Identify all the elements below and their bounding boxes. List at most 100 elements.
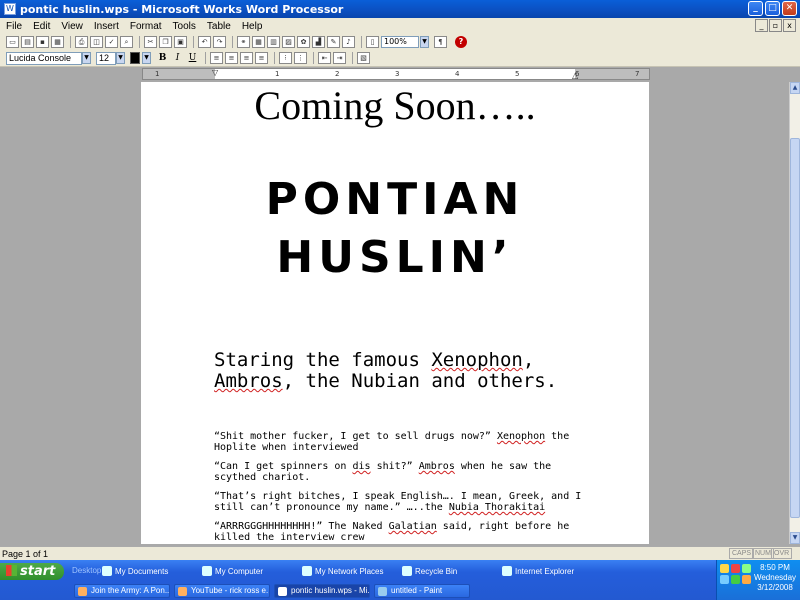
windows-logo-icon [6, 565, 17, 576]
new-icon[interactable]: ▭ [6, 36, 19, 48]
insert-sound-icon[interactable]: ♪ [342, 36, 355, 48]
quicklaunch-my-documents[interactable]: My Documents [102, 566, 168, 576]
menu-view[interactable]: View [61, 21, 83, 32]
open-icon[interactable]: ▤ [21, 36, 34, 48]
align-right-icon[interactable]: ≡ [240, 52, 253, 64]
justify-icon[interactable]: ≡ [255, 52, 268, 64]
close-button[interactable]: ✕ [782, 1, 797, 16]
doc-minimize-button[interactable]: _ [755, 19, 768, 32]
quicklaunch-my-computer[interactable]: My Computer [202, 566, 263, 576]
font-color-icon[interactable] [130, 52, 140, 64]
quicklaunch-my-network-places[interactable]: My Network Places [302, 566, 383, 576]
ruler-number: 7 [635, 70, 640, 78]
menu-bar: File Edit View Insert Format Tools Table… [0, 18, 800, 34]
font-name-select[interactable]: Lucida Console [6, 51, 82, 65]
insert-table-icon[interactable]: ▦ [252, 36, 265, 48]
security-icon[interactable] [731, 564, 740, 573]
decrease-indent-icon[interactable]: ⇤ [318, 52, 331, 64]
save-icon[interactable]: ▪ [36, 36, 49, 48]
align-center-icon[interactable]: ≡ [225, 52, 238, 64]
paste-icon[interactable]: ▣ [174, 36, 187, 48]
doc-restore-button[interactable]: ▫ [769, 19, 782, 32]
menu-help[interactable]: Help [242, 21, 263, 32]
misspelled-word: Ambros [214, 370, 283, 392]
quicklaunch-desktop[interactable]: Desktop [72, 566, 101, 575]
show-formatting-icon[interactable]: ¶ [434, 36, 447, 48]
internet-explorer-icon [502, 566, 512, 576]
bullets-icon[interactable]: ⁝ [279, 52, 292, 64]
italic-button[interactable]: I [171, 52, 184, 64]
taskbar: start Desktop My Documents My Computer M… [0, 560, 800, 600]
tray-icon[interactable] [742, 575, 751, 584]
align-left-icon[interactable]: ≡ [210, 52, 223, 64]
font-size-select[interactable]: 12 [96, 51, 116, 65]
tray-icon[interactable] [731, 575, 740, 584]
start-button[interactable]: start [0, 563, 64, 580]
insert-picture-icon[interactable]: ▨ [282, 36, 295, 48]
cut-icon[interactable]: ✂ [144, 36, 157, 48]
copy-icon[interactable]: ❐ [159, 36, 172, 48]
quicklaunch-internet-explorer[interactable]: Internet Explorer [502, 566, 574, 576]
scroll-down-icon[interactable]: ▼ [790, 532, 800, 544]
indent-marker-icon[interactable]: ▽ [212, 68, 218, 77]
title-bar: W pontic huslin.wps - Microsoft Works Wo… [0, 0, 800, 18]
maximize-button[interactable]: □ [765, 1, 780, 16]
taskbar-button-paint[interactable]: untitled - Paint [374, 584, 470, 598]
underline-button[interactable]: U [186, 52, 199, 64]
address-book-icon[interactable]: ▦ [51, 36, 64, 48]
menu-format[interactable]: Format [130, 21, 162, 32]
print-preview-icon[interactable]: ◫ [90, 36, 103, 48]
volume-icon[interactable] [742, 564, 751, 573]
ruler-number: 1 [155, 70, 160, 78]
undo-icon[interactable]: ↶ [198, 36, 211, 48]
chevron-down-icon[interactable]: ▼ [116, 52, 125, 64]
network-icon[interactable] [720, 575, 729, 584]
scroll-thumb[interactable] [790, 138, 800, 518]
numbering-icon[interactable]: ⋮ [294, 52, 307, 64]
minimize-button[interactable]: _ [748, 1, 763, 16]
separator [352, 52, 353, 64]
scroll-up-icon[interactable]: ▲ [790, 82, 800, 94]
chevron-down-icon[interactable]: ▼ [142, 52, 151, 64]
chevron-down-icon[interactable]: ▼ [82, 52, 91, 64]
logo-title-line2: HUSLIN’ [276, 232, 514, 283]
bold-button[interactable]: B [156, 52, 169, 64]
taskbar-button-join-army[interactable]: Join the Army: A Pon... [74, 584, 170, 598]
clock[interactable]: 8:50 PM Wednesday 3/12/2008 [753, 563, 797, 593]
tray-icon[interactable] [720, 564, 729, 573]
redo-icon[interactable]: ↷ [213, 36, 226, 48]
find-icon[interactable]: ⌕ [120, 36, 133, 48]
doc-close-button[interactable]: x [783, 19, 796, 32]
right-indent-marker-icon[interactable]: △ [572, 71, 578, 80]
insert-chart-icon[interactable]: ▟ [312, 36, 325, 48]
separator [274, 52, 275, 64]
document-page[interactable]: Coming Soon….. PONTIAN HUSLIN’ Staring t… [141, 82, 649, 544]
columns-icon[interactable]: ▯ [366, 36, 379, 48]
print-icon[interactable]: ⎙ [75, 36, 88, 48]
misspelled-word: Ambros [418, 461, 455, 472]
app-icon[interactable]: W [4, 3, 16, 15]
spelling-icon[interactable]: ✓ [105, 36, 118, 48]
menu-insert[interactable]: Insert [94, 21, 119, 32]
separator [139, 36, 140, 48]
menu-tools[interactable]: Tools [173, 21, 196, 32]
format-painter-icon[interactable]: ▧ [357, 52, 370, 64]
menu-table[interactable]: Table [207, 21, 231, 32]
menu-file[interactable]: File [6, 21, 22, 32]
page-count: Page 1 of 1 [2, 548, 49, 559]
zoom-select[interactable]: 100% [381, 36, 419, 48]
hyperlink-icon[interactable]: ⚭ [237, 36, 250, 48]
insert-drawing-icon[interactable]: ✎ [327, 36, 340, 48]
vertical-scrollbar[interactable]: ▲ ▼ [789, 82, 800, 544]
help-icon[interactable]: ? [455, 36, 467, 48]
ruler[interactable]: 1 1 2 3 4 5 6 7 ▽ △ [142, 68, 650, 80]
ruler-number: 5 [515, 70, 520, 78]
quicklaunch-recycle-bin[interactable]: Recycle Bin [402, 566, 457, 576]
menu-edit[interactable]: Edit [33, 21, 50, 32]
insert-spreadsheet-icon[interactable]: ▥ [267, 36, 280, 48]
chevron-down-icon[interactable]: ▼ [420, 36, 429, 48]
increase-indent-icon[interactable]: ⇥ [333, 52, 346, 64]
insert-clipart-icon[interactable]: ✿ [297, 36, 310, 48]
taskbar-button-youtube[interactable]: YouTube - rick ross e... [174, 584, 270, 598]
taskbar-button-pontic-huslin[interactable]: pontic huslin.wps - Mi... [274, 584, 370, 598]
